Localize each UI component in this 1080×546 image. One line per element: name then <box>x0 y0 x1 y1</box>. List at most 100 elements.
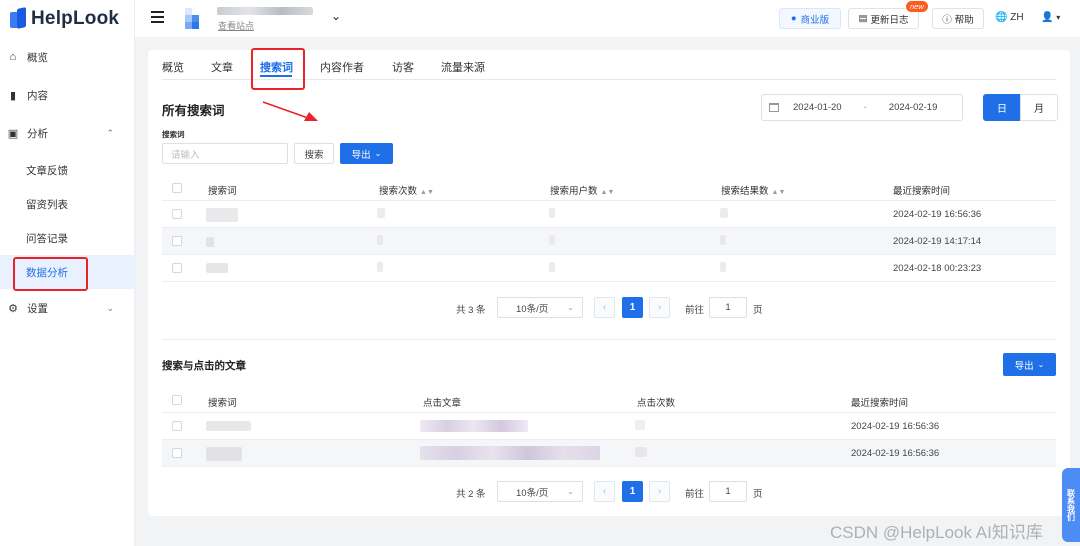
sidebar-item-settings[interactable]: ⚙ 设置 ⌄ <box>0 291 134 325</box>
row-checkbox[interactable] <box>172 236 182 246</box>
redacted-cell <box>420 446 600 460</box>
user-menu[interactable]: 👤 ▾ <box>1041 12 1060 23</box>
redacted-cell <box>720 235 726 245</box>
last-search-time: 2024-02-19 16:56:36 <box>851 421 940 432</box>
chevron-down-icon: ⌄ <box>1037 360 1045 369</box>
sidebar-item-analytics[interactable]: ▣ 分析 ⌃ <box>0 116 134 150</box>
business-edition-label: 商业版 <box>800 14 830 26</box>
prev-page-button[interactable]: ‹ <box>594 481 615 502</box>
sidebar-subitem-data-analysis[interactable]: 数据分析 <box>0 255 134 289</box>
column-header: 点击文章 <box>423 398 462 409</box>
tab-overview[interactable]: 概览 <box>162 59 184 75</box>
sidebar-item-content[interactable]: ▮ 内容 <box>0 78 134 112</box>
column-header-sortable[interactable]: 搜索次数 ▲▼ <box>379 183 434 197</box>
tab-search-terms[interactable]: 搜索词 <box>260 59 293 75</box>
row-checkbox[interactable] <box>172 209 182 219</box>
date-range-picker[interactable]: 2024-01-20 - 2024-02-19 <box>761 94 963 121</box>
row-checkbox[interactable] <box>172 263 182 273</box>
period-month-button[interactable]: 月 <box>1020 94 1058 121</box>
document-icon: ▤ <box>858 13 868 24</box>
sidebar-subitem-leads-list[interactable]: 留资列表 <box>0 187 134 221</box>
prev-page-button[interactable]: ‹ <box>594 297 615 318</box>
redacted-cell <box>635 447 647 457</box>
globe-icon: 🌐 <box>995 12 1008 23</box>
goto-page-input[interactable]: 1 <box>709 481 747 502</box>
menu-toggle-icon[interactable] <box>151 11 164 23</box>
select-all-checkbox[interactable] <box>172 395 182 405</box>
sidebar-subitem-article-feedback[interactable]: 文章反馈 <box>0 153 134 187</box>
topbar: 查看站点 ⌄ ● 商业版 ▤ 更新日志 ⓘ 帮助 🌐 ZH 👤 ▾ <box>135 0 1080 37</box>
column-header-sortable[interactable]: 搜索结果数 ▲▼ <box>721 183 785 197</box>
row-checkbox[interactable] <box>172 421 182 431</box>
search-terms-pagination: 共 3 条 10条/页 ⌄ ‹ 1 › 前往 1 页 <box>148 297 1070 319</box>
redacted-cell <box>206 263 228 273</box>
column-header: 搜索词 <box>208 398 237 409</box>
tab-traffic-sources[interactable]: 流量来源 <box>441 59 485 75</box>
gear-icon: ⚙ <box>8 302 18 315</box>
column-header-sortable[interactable]: 搜索用户数 ▲▼ <box>550 183 614 197</box>
chevron-left-icon: ‹ <box>602 486 607 497</box>
page-unit-label: 页 <box>753 305 763 316</box>
next-page-button[interactable]: › <box>649 481 670 502</box>
redacted-cell <box>720 262 726 272</box>
table-row: 2024-02-19 16:56:36 <box>162 413 1056 440</box>
active-tab-indicator <box>260 75 292 77</box>
period-day-button[interactable]: 日 <box>983 94 1021 121</box>
table-row: 2024-02-19 16:56:36 <box>162 201 1056 228</box>
sidebar-subitem-qa-records[interactable]: 问答记录 <box>0 221 134 255</box>
search-button[interactable]: 搜索 <box>294 143 334 164</box>
redacted-cell <box>720 208 728 218</box>
language-switcher[interactable]: 🌐 ZH <box>995 12 1024 23</box>
tab-content-authors[interactable]: 内容作者 <box>320 59 364 75</box>
page-size-label: 10条/页 <box>516 303 549 315</box>
sidebar-item-label: 设置 <box>27 302 48 315</box>
help-button[interactable]: ⓘ 帮助 <box>932 8 984 29</box>
sort-icon: ▲▼ <box>771 189 786 196</box>
select-all-checkbox[interactable] <box>172 183 182 193</box>
next-page-button[interactable]: › <box>649 297 670 318</box>
chevron-down-icon[interactable]: ⌄ <box>331 9 341 23</box>
helplook-logo[interactable]: HelpLook <box>10 6 119 32</box>
redacted-cell <box>377 208 385 218</box>
column-label: 搜索用户数 <box>550 186 598 197</box>
chevron-up-icon: ⌃ <box>106 127 114 138</box>
sidebar-item-overview[interactable]: ⌂ 概览 <box>0 40 134 74</box>
period-month-label: 月 <box>1034 104 1044 115</box>
page-size-select[interactable]: 10条/页 ⌄ <box>497 481 583 502</box>
column-header: 最近搜索时间 <box>893 186 951 197</box>
chevron-down-icon: ⌄ <box>374 149 382 158</box>
goto-page-input[interactable]: 1 <box>709 297 747 318</box>
goto-page-value: 1 <box>725 486 731 497</box>
page-number-button[interactable]: 1 <box>622 297 643 318</box>
contact-us-tab[interactable]: 联系我们 <box>1062 468 1080 542</box>
view-site-link[interactable]: 查看站点 <box>218 19 254 32</box>
page-size-select[interactable]: 10条/页 ⌄ <box>497 297 583 318</box>
calendar-icon <box>769 103 779 112</box>
analytics-tabs: 概览 文章 搜索词 内容作者 访客 流量来源 <box>148 50 1070 80</box>
export-button-label: 导出 <box>1014 360 1034 372</box>
export-button-label: 导出 <box>351 149 371 161</box>
column-header: 最近搜索时间 <box>851 398 909 409</box>
click-articles-title: 搜索与点击的文章 <box>162 360 246 372</box>
row-checkbox[interactable] <box>172 448 182 458</box>
tab-articles[interactable]: 文章 <box>211 59 233 75</box>
date-start: 2024-01-20 <box>793 102 842 113</box>
table-row: 2024-02-18 00:23:23 <box>162 255 1056 282</box>
redacted-cell <box>549 208 555 218</box>
chevron-right-icon: › <box>657 486 662 497</box>
page-number-button[interactable]: 1 <box>622 481 643 502</box>
redacted-cell <box>420 420 528 432</box>
export-button[interactable]: 导出 ⌄ <box>340 143 393 164</box>
date-separator: - <box>863 102 867 113</box>
business-edition-button[interactable]: ● 商业版 <box>779 8 841 29</box>
search-term-input[interactable]: 请输入 <box>162 143 288 164</box>
pagination-total: 共 3 条 <box>456 305 486 316</box>
export-articles-button[interactable]: 导出 ⌄ <box>1003 353 1056 376</box>
sidebar-item-label: 分析 <box>27 127 48 140</box>
redacted-cell <box>206 208 238 222</box>
sidebar-subitem-label: 问答记录 <box>26 232 68 245</box>
sidebar-subitem-label: 数据分析 <box>26 266 68 279</box>
page-number-label: 1 <box>629 486 636 497</box>
tab-visitors[interactable]: 访客 <box>392 59 414 75</box>
section-divider <box>162 339 1056 340</box>
